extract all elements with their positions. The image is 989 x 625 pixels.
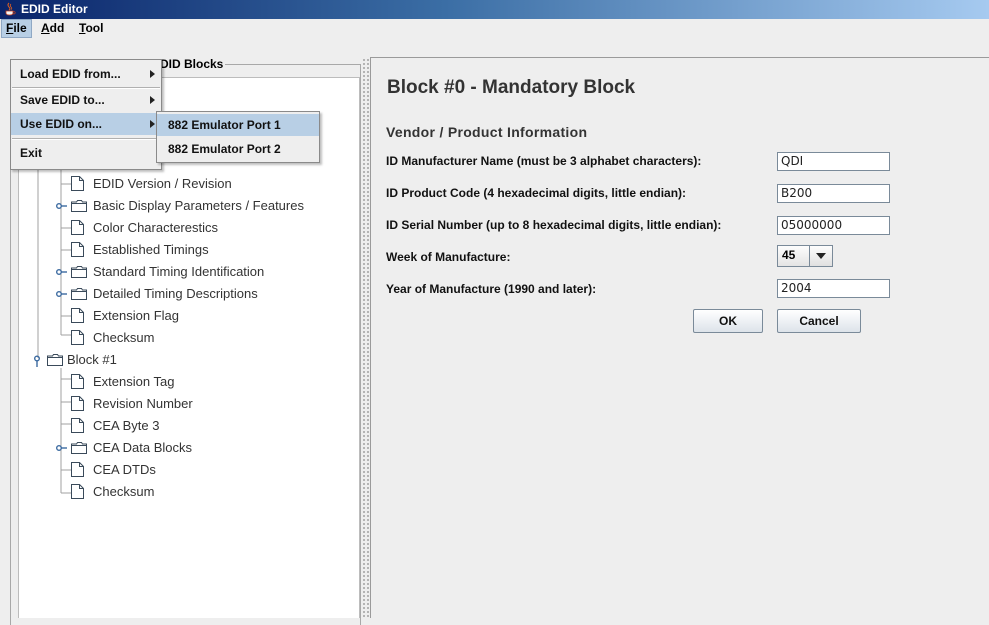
tree-folder[interactable]: Basic Display Parameters / Features: [19, 196, 359, 216]
submenu-arrow-icon: [150, 70, 155, 78]
expand-key-icon: [56, 203, 67, 209]
document-icon: [71, 418, 84, 433]
document-icon: [71, 484, 84, 499]
menu-item-port-1[interactable]: 882 Emulator Port 1: [157, 114, 319, 136]
tree-item[interactable]: Checksum: [19, 482, 359, 502]
folder-icon: [71, 200, 87, 212]
document-icon: [71, 220, 84, 235]
document-icon: [71, 396, 84, 411]
dropdown-button[interactable]: [809, 246, 832, 266]
folder-icon: [71, 266, 87, 278]
panel-legend: DID Blocks: [158, 57, 226, 71]
submenu-arrow-icon: [150, 96, 155, 104]
folder-icon: [47, 354, 63, 366]
title-bar: EDID Editor: [0, 0, 989, 19]
year-of-manufacture-field[interactable]: 2004: [777, 279, 890, 298]
tree-folder-block-1[interactable]: Block #1: [19, 350, 359, 370]
tree-item[interactable]: Checksum: [19, 328, 359, 348]
submenu-arrow-icon: [150, 120, 155, 128]
week-value: 45: [782, 248, 796, 262]
cancel-button[interactable]: Cancel: [777, 309, 861, 333]
window-title: EDID Editor: [21, 2, 88, 16]
document-icon: [71, 308, 84, 323]
section-title: Vendor / Product Information: [386, 124, 588, 140]
expand-key-icon: [56, 269, 67, 275]
serial-number-field[interactable]: 05000000: [777, 216, 890, 235]
year-of-manufacture-label: Year of Manufacture (1990 and later):: [386, 282, 597, 296]
tree-item[interactable]: EDID Version / Revision: [19, 174, 359, 194]
document-icon: [71, 242, 84, 257]
menu-item-port-2[interactable]: 882 Emulator Port 2: [157, 138, 319, 160]
file-menu-popup: Load EDID from... Save EDID to... Use ED…: [10, 59, 162, 170]
menu-separator: [12, 138, 160, 140]
tree-folder[interactable]: CEA Data Blocks: [19, 438, 359, 458]
week-of-manufacture-label: Week of Manufacture:: [386, 250, 511, 264]
tree-item[interactable]: Color Characterestics: [19, 218, 359, 238]
menu-add[interactable]: Add: [37, 20, 68, 37]
tree-item[interactable]: Established Timings: [19, 240, 359, 260]
serial-number-label: ID Serial Number (up to 8 hexadecimal di…: [386, 218, 722, 232]
menu-item-use-edid[interactable]: Use EDID on...: [11, 113, 161, 135]
ok-button[interactable]: OK: [693, 309, 763, 333]
manufacturer-name-label: ID Manufacturer Name (must be 3 alphabet…: [386, 154, 702, 168]
document-icon: [71, 176, 84, 191]
expand-key-icon: [56, 445, 67, 451]
document-icon: [71, 330, 84, 345]
menu-item-load-edid[interactable]: Load EDID from...: [11, 63, 161, 85]
menu-tool[interactable]: Tool: [75, 20, 107, 37]
product-code-label: ID Product Code (4 hexadecimal digits, l…: [386, 186, 687, 200]
tree-item[interactable]: CEA Byte 3: [19, 416, 359, 436]
menu-item-save-edid[interactable]: Save EDID to...: [11, 89, 161, 111]
folder-icon: [71, 442, 87, 454]
document-icon: [71, 374, 84, 389]
week-of-manufacture-select[interactable]: 45: [777, 245, 833, 267]
product-code-field[interactable]: B200: [777, 184, 890, 203]
tree-item[interactable]: Extension Tag: [19, 372, 359, 392]
expand-key-icon: [56, 291, 67, 297]
menu-bar: File Add Tool: [0, 19, 989, 39]
page-title: Block #0 - Mandatory Block: [387, 77, 636, 98]
chevron-down-icon: [816, 253, 826, 259]
document-icon: [71, 462, 84, 477]
java-cup-icon: [5, 2, 16, 16]
collapse-key-icon: [34, 355, 40, 367]
use-edid-submenu: 882 Emulator Port 1 882 Emulator Port 2: [156, 111, 320, 163]
tree-folder[interactable]: Detailed Timing Descriptions: [19, 284, 359, 304]
manufacturer-name-field[interactable]: QDI: [777, 152, 890, 171]
tree-folder[interactable]: Standard Timing Identification: [19, 262, 359, 282]
folder-icon: [71, 288, 87, 300]
menu-item-exit[interactable]: Exit: [11, 142, 161, 164]
menu-file[interactable]: File: [1, 19, 32, 38]
split-pane-divider[interactable]: [362, 58, 370, 617]
tree-item[interactable]: Extension Flag: [19, 306, 359, 326]
block-editor-panel: Block #0 - Mandatory Block Vendor / Prod…: [370, 57, 989, 618]
tree-item[interactable]: CEA DTDs: [19, 460, 359, 480]
tree-item[interactable]: Revision Number: [19, 394, 359, 414]
